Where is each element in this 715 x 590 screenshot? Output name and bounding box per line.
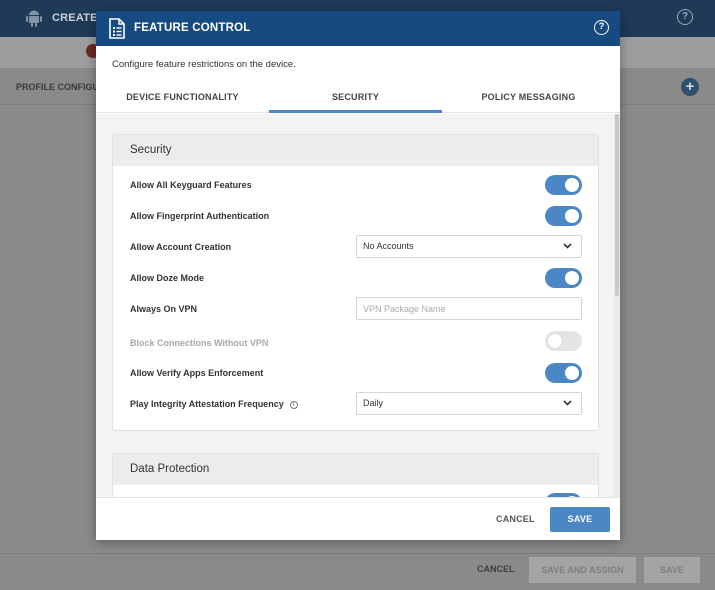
help-circle-icon[interactable]: ? xyxy=(594,20,609,35)
android-icon xyxy=(26,10,42,27)
block-connections-without-vpn-toggle[interactable] xyxy=(545,331,582,351)
allow-all-keyguard-features-toggle[interactable] xyxy=(545,175,582,195)
save-button[interactable]: SAVE xyxy=(550,507,610,532)
dialog-header: FEATURE CONTROL ? xyxy=(96,11,620,46)
toggle-knob xyxy=(565,271,579,285)
document-list-icon xyxy=(109,18,125,39)
profile-configuration-label: PROFILE CONFIGU xyxy=(16,82,99,92)
section-title: Security xyxy=(113,135,598,166)
setting-label: Block Connections Without VPN xyxy=(130,338,269,348)
cancel-button[interactable]: CANCEL xyxy=(496,514,535,524)
allow-fingerprint-authentication-toggle[interactable] xyxy=(545,206,582,226)
dialog-scroll-content: Security Allow All Keyguard Features All… xyxy=(96,114,614,497)
help-circle-icon[interactable]: ? xyxy=(677,9,693,25)
scrollbar-thumb[interactable] xyxy=(615,114,619,296)
toggle-knob xyxy=(565,366,579,380)
setting-label: Allow All Keyguard Features xyxy=(130,180,252,190)
setting-label: Allow Verify Apps Enforcement xyxy=(130,368,264,378)
vpn-package-name-input[interactable] xyxy=(356,297,582,320)
divider xyxy=(0,553,715,554)
background-cancel-button[interactable]: CANCEL xyxy=(477,564,515,574)
allow-verify-apps-enforcement-toggle[interactable] xyxy=(545,363,582,383)
info-icon[interactable]: i xyxy=(289,400,298,409)
setting-label: Allow Fingerprint Authentication xyxy=(130,211,270,221)
toggle-knob xyxy=(565,178,579,192)
dialog-title: FEATURE CONTROL xyxy=(134,22,251,34)
dialog-footer: CANCEL SAVE xyxy=(96,497,620,540)
chevron-down-icon xyxy=(563,243,572,249)
select-value: Daily xyxy=(363,398,384,408)
feature-control-dialog: FEATURE CONTROL ? Configure feature rest… xyxy=(96,11,620,540)
security-section: Security Allow All Keyguard Features All… xyxy=(112,134,599,431)
scrollbar[interactable] xyxy=(614,114,620,497)
dialog-description: Configure feature restrictions on the de… xyxy=(112,59,296,70)
select-value: No Accounts xyxy=(363,241,414,251)
play-integrity-attestation-frequency-select[interactable]: Daily xyxy=(356,392,582,415)
plus-circle-icon[interactable]: + xyxy=(681,78,699,96)
setting-label: Play Integrity Attestation Frequency i xyxy=(130,394,298,414)
setting-label-text: Play Integrity Attestation Frequency xyxy=(130,399,284,409)
toggle-knob xyxy=(565,209,579,223)
chevron-down-icon xyxy=(563,400,572,406)
toggle-knob xyxy=(548,334,562,348)
tab-bar: DEVICE FUNCTIONALITY SECURITY POLICY MES… xyxy=(96,85,620,113)
section-title: Data Protection xyxy=(113,454,598,485)
tab-device-functionality[interactable]: DEVICE FUNCTIONALITY xyxy=(96,85,269,113)
allow-doze-mode-toggle[interactable] xyxy=(545,268,582,288)
background-save-and-assign-button[interactable]: SAVE AND ASSIGN xyxy=(529,557,636,583)
setting-label: Allow Doze Mode xyxy=(130,273,204,283)
data-protection-section: Data Protection xyxy=(112,453,599,497)
setting-label: Always On VPN xyxy=(130,304,198,314)
tab-security[interactable]: SECURITY xyxy=(269,85,442,113)
background-save-button[interactable]: SAVE xyxy=(644,557,700,583)
setting-label: Allow Account Creation xyxy=(130,242,232,252)
allow-account-creation-select[interactable]: No Accounts xyxy=(356,235,582,258)
tab-policy-messaging[interactable]: POLICY MESSAGING xyxy=(442,85,615,113)
